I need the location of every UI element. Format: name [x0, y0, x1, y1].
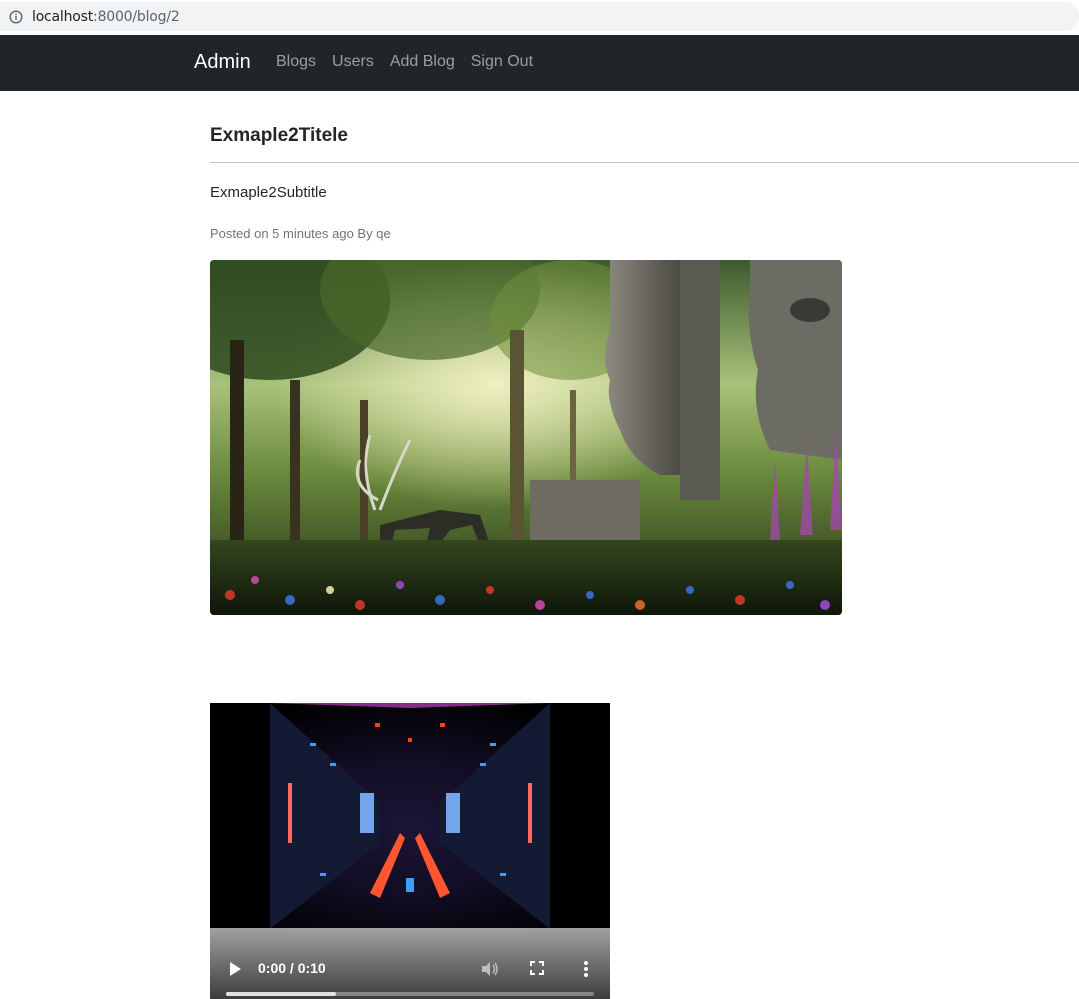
forest-scene-image [210, 260, 842, 615]
nav-link-add-blog[interactable]: Add Blog [390, 53, 455, 71]
play-icon[interactable] [228, 961, 242, 977]
nav-link-blogs[interactable]: Blogs [276, 53, 316, 71]
more-options-icon[interactable] [583, 960, 589, 978]
post-title: Exmaple2Titele [210, 125, 349, 146]
video-time: 0:00 / 0:10 [258, 960, 326, 976]
title-divider [210, 162, 1079, 163]
address-bar[interactable]: localhost:8000/blog/2 [0, 2, 1079, 31]
top-navbar: Admin Blogs Users Add Blog Sign Out [0, 35, 1079, 91]
video-progress-bar[interactable] [226, 992, 594, 996]
nav-link-sign-out[interactable]: Sign Out [471, 53, 533, 71]
volume-icon[interactable] [481, 961, 499, 977]
post-subtitle: Exmaple2Subtitle [210, 184, 327, 201]
url-path: :8000/blog/2 [93, 8, 180, 25]
nav-link-users[interactable]: Users [332, 53, 374, 71]
video-progress-fill [226, 992, 337, 996]
nav-links: Blogs Users Add Blog Sign Out [276, 53, 549, 71]
info-icon[interactable] [9, 9, 23, 24]
fullscreen-icon[interactable] [530, 961, 544, 975]
post-meta: Posted on 5 minutes ago By qe [210, 226, 391, 241]
post-image [210, 260, 842, 615]
video-frame [210, 703, 610, 929]
brand-link[interactable]: Admin [194, 51, 251, 74]
url-host: localhost [32, 8, 94, 25]
video-player[interactable]: 0:00 / 0:10 [210, 703, 610, 999]
url-text[interactable]: localhost:8000/blog/2 [32, 9, 180, 25]
video-controls: 0:00 / 0:10 [210, 928, 610, 999]
browser-chrome: localhost:8000/blog/2 [0, 0, 1079, 35]
